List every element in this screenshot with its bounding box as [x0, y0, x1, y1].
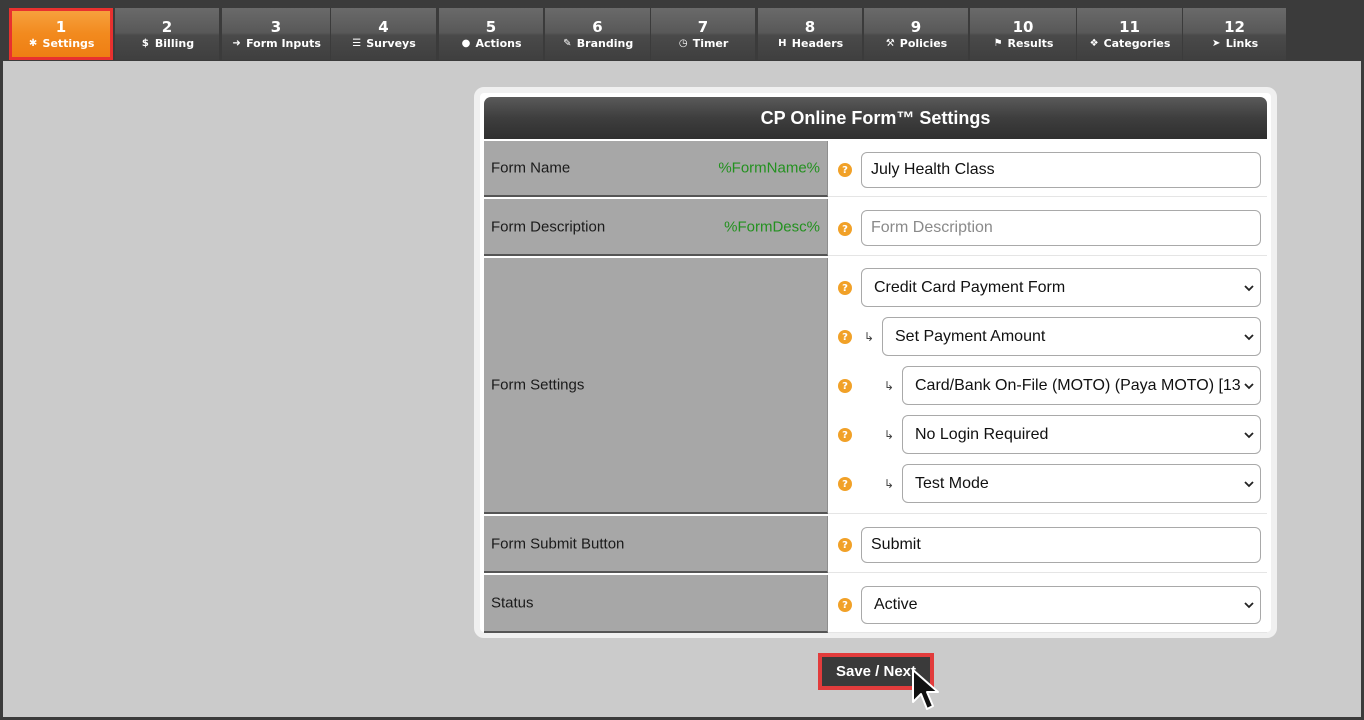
- pointer-icon: ➤: [1212, 38, 1221, 49]
- payment-amount-select[interactable]: Set Payment Amount: [882, 317, 1261, 356]
- form-name-input[interactable]: July Health Class: [861, 152, 1261, 188]
- tab-settings[interactable]: 1 ✱ Settings: [9, 8, 113, 60]
- help-icon[interactable]: ?: [838, 538, 852, 552]
- flag-icon: ⚑: [993, 38, 1003, 49]
- submit-button-row: Form Submit Button ? Submit: [484, 514, 1267, 573]
- tab-label: Timer: [692, 37, 729, 50]
- tab-billing[interactable]: 2 $ Billing: [115, 8, 219, 60]
- tab-label: Billing: [154, 37, 195, 50]
- form-description-row: Form Description %FormDesc% ? Form Descr…: [484, 197, 1267, 256]
- form-name-row: Form Name %FormName% ? July Health Class: [484, 139, 1267, 197]
- help-icon[interactable]: ?: [838, 598, 852, 612]
- login-select[interactable]: No Login Required: [902, 415, 1261, 454]
- form-type-select[interactable]: Credit Card Payment Form: [861, 268, 1261, 307]
- tab-label: Branding: [576, 37, 634, 50]
- tab-number: 4: [378, 18, 389, 36]
- tab-links[interactable]: 12 ➤ Links: [1183, 8, 1286, 60]
- tab-headers[interactable]: 8 H Headers: [758, 8, 862, 60]
- wizard-tab-bar: 1 ✱ Settings 2 $ Billing 3 ➜ Form Inputs 4 ☰ Survey…: [3, 3, 1361, 61]
- cubes-icon: ❖: [1089, 38, 1099, 49]
- status-select[interactable]: Active: [861, 586, 1261, 624]
- help-icon[interactable]: ?: [838, 163, 852, 177]
- help-icon[interactable]: ?: [838, 222, 852, 236]
- help-icon[interactable]: ?: [838, 330, 852, 344]
- sign-in-icon: ➜: [232, 38, 241, 49]
- tab-categories[interactable]: 11 ❖ Categories: [1077, 8, 1182, 60]
- help-icon[interactable]: ?: [838, 428, 852, 442]
- tab-number: 9: [910, 18, 922, 36]
- header-icon: H: [778, 38, 787, 49]
- sub-arrow-icon: ↳: [864, 330, 875, 344]
- help-icon[interactable]: ?: [838, 281, 852, 295]
- sub-arrow-icon: ↳: [884, 477, 895, 491]
- tab-timer[interactable]: 7 ◷ Timer: [651, 8, 755, 60]
- panel-title: CP Online Form™ Settings: [484, 97, 1267, 139]
- chevron-down-icon: [1244, 333, 1254, 340]
- tab-number: 5: [485, 18, 497, 36]
- gateway-select[interactable]: Card/Bank On-File (MOTO) (Paya MOTO) [13: [902, 366, 1261, 405]
- sub-arrow-icon: ↳: [884, 379, 895, 393]
- gear-icon: ✱: [28, 38, 38, 49]
- tab-label: Surveys: [366, 37, 416, 50]
- tab-number: 8: [804, 18, 816, 36]
- form-settings-row: Form Settings ? Credit Card Payment Form…: [484, 256, 1267, 514]
- help-icon[interactable]: ?: [838, 379, 852, 393]
- brush-icon: ✎: [563, 38, 572, 49]
- tab-number: 12: [1224, 18, 1245, 36]
- submit-button-input[interactable]: Submit: [861, 527, 1261, 563]
- tab-label: Policies: [899, 37, 948, 50]
- tab-actions[interactable]: 5 ● Actions: [439, 8, 543, 60]
- user-icon: ●: [461, 38, 471, 49]
- help-icon[interactable]: ?: [838, 477, 852, 491]
- tab-form-inputs[interactable]: 3 ➜ Form Inputs: [222, 8, 330, 60]
- tab-label: Results: [1007, 37, 1054, 50]
- submit-button-label: Form Submit Button: [491, 535, 625, 552]
- tab-number: 3: [270, 18, 282, 36]
- clock-icon: ◷: [678, 38, 688, 49]
- tab-number: 6: [592, 18, 603, 36]
- chevron-down-icon: [1244, 480, 1254, 487]
- chevron-down-icon: [1244, 602, 1254, 609]
- tab-policies[interactable]: 9 ⚒ Policies: [864, 8, 968, 60]
- form-name-label: Form Name: [491, 159, 571, 177]
- chevron-down-icon: [1244, 431, 1254, 438]
- tab-number: 11: [1119, 18, 1140, 36]
- tab-label: Actions: [475, 37, 522, 50]
- gavel-icon: ⚒: [885, 38, 895, 49]
- status-label: Status: [491, 594, 534, 612]
- form-description-label: Form Description: [491, 218, 606, 235]
- tab-results[interactable]: 10 ⚑ Results: [970, 8, 1076, 60]
- chevron-down-icon: [1244, 382, 1254, 389]
- tab-number: 1: [55, 18, 67, 36]
- tab-number: 7: [697, 18, 709, 36]
- tab-label: Links: [1225, 37, 1259, 50]
- mode-select[interactable]: Test Mode: [902, 464, 1261, 503]
- tab-label: Categories: [1103, 37, 1171, 50]
- form-description-token[interactable]: %FormDesc%: [724, 218, 820, 235]
- tab-number: 2: [161, 18, 173, 36]
- mouse-pointer-icon: [912, 669, 939, 710]
- app-frame: 1 ✱ Settings 2 $ Billing 3 ➜ Form Inputs 4 ☰ Survey…: [3, 3, 1361, 717]
- sub-arrow-icon: ↳: [884, 428, 895, 442]
- tab-label: Settings: [42, 37, 95, 50]
- tab-label: Headers: [791, 37, 844, 50]
- chevron-down-icon: [1244, 284, 1254, 291]
- settings-panel: CP Online Form™ Settings Form Name %Form…: [474, 87, 1277, 638]
- tab-branding[interactable]: 6 ✎ Branding: [545, 8, 650, 60]
- form-name-token[interactable]: %FormName%: [718, 160, 820, 177]
- dollar-icon: $: [141, 38, 149, 49]
- tab-surveys[interactable]: 4 ☰ Surveys: [331, 8, 436, 60]
- status-row: Status ? Active: [484, 573, 1267, 633]
- tab-label: Form Inputs: [246, 37, 321, 50]
- list-icon: ☰: [352, 38, 362, 49]
- tab-number: 10: [1012, 18, 1034, 36]
- form-description-input[interactable]: Form Description: [861, 210, 1261, 246]
- form-settings-label: Form Settings: [491, 376, 585, 394]
